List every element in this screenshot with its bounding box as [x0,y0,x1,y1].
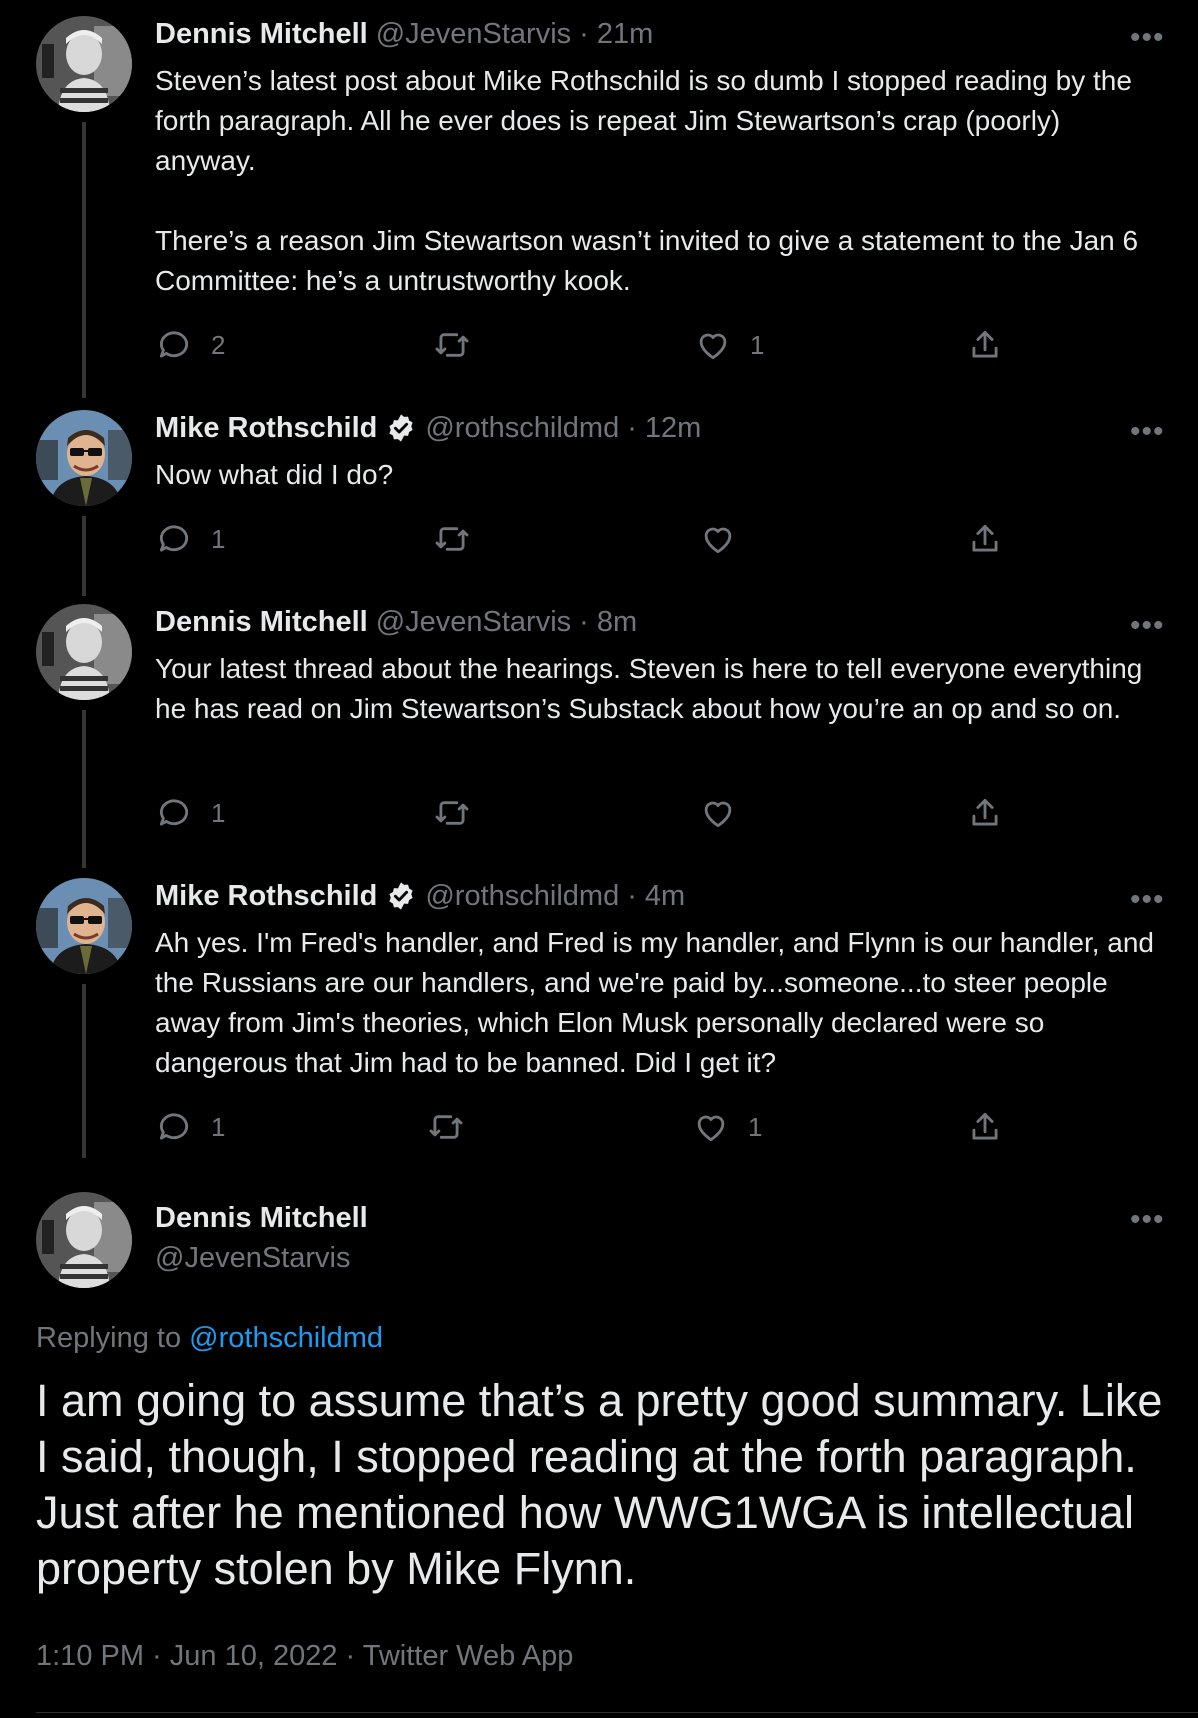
share-icon [972,1112,998,1140]
reply-icon [159,1113,189,1140]
like-button[interactable]: 1 [694,326,764,364]
share-icon [972,798,998,826]
like-button[interactable]: 1 [692,1108,762,1146]
verified-badge-icon [389,882,413,910]
author-handle[interactable]: @rothschildmd [425,878,619,914]
author-name[interactable]: Mike Rothschild [155,410,377,446]
more-icon[interactable]: ••• [1130,885,1165,915]
tweet-time[interactable]: 21m [597,16,653,52]
tweet-paragraph: Steven’s latest post about Mike Rothschi… [155,65,1132,176]
reply-icon [159,525,189,552]
reply-count: 1 [211,523,226,554]
tweet-metadata[interactable]: 1:10 PM · Jun 10, 2022 · Twitter Web App [36,1640,573,1673]
tweet-actions: 1 [155,520,1015,560]
thread-line [82,516,86,596]
author-name[interactable]: Dennis Mitchell [155,16,368,52]
reply-button[interactable]: 1 [155,794,225,832]
retweet-button[interactable] [433,794,471,832]
heart-icon [704,801,732,828]
replying-handle-link[interactable]: @rothschildmd [189,1322,383,1354]
tweet-paragraph: There’s a reason Jim Stewartson wasn’t i… [155,225,1139,296]
tweet-text: Your latest thread about the hearings. S… [155,649,1165,729]
reply-icon [159,331,189,358]
share-button[interactable] [966,520,1004,558]
author-name[interactable]: Dennis Mitchell [155,604,368,640]
replying-label: Replying to [36,1322,190,1354]
replying-to: Replying to @rothschildmd [36,1322,383,1355]
divider [36,1712,1198,1713]
separator-dot: · [627,880,637,912]
tweet-time[interactable]: 4m [645,878,685,914]
separator-dot: · [579,18,589,50]
thread-line [82,710,86,868]
retweet-icon [435,333,469,357]
retweet-icon [435,801,469,825]
reply-icon [159,799,189,826]
reply-button[interactable]: 1 [155,1108,225,1146]
author-handle[interactable]: @JevenStarvis [155,1240,350,1276]
share-button[interactable] [966,1108,1004,1146]
focused-tweet-text: I am going to assume that’s a pretty goo… [36,1375,1163,1594]
tweet-actions: 2 1 [155,326,1015,366]
heart-icon [704,527,732,554]
more-icon[interactable]: ••• [1130,611,1165,641]
verified-badge-icon [389,414,413,442]
more-icon[interactable]: ••• [1130,1205,1165,1235]
thread-line [82,122,86,398]
author-handle[interactable]: @rothschildmd [425,410,619,446]
author-name[interactable]: Mike Rothschild [155,878,377,914]
author-handle[interactable]: @JevenStarvis [376,604,571,640]
author-handle[interactable]: @JevenStarvis [376,16,571,52]
tweet-text: Ah yes. I'm Fred's handler, and Fred is … [155,923,1165,1083]
avatar[interactable] [36,410,132,506]
tweet-paragraph: Ah yes. I'm Fred's handler, and Fred is … [155,927,1155,1078]
reply-count: 1 [211,1111,226,1142]
retweet-icon [429,1115,463,1139]
retweet-button[interactable] [433,326,471,364]
share-icon [972,330,998,358]
retweet-icon [435,527,469,551]
like-count: 1 [750,329,765,360]
share-button[interactable] [966,326,1004,364]
reply-button[interactable]: 1 [155,520,225,558]
more-icon[interactable]: ••• [1130,417,1165,447]
tweet-actions: 1 [155,794,1015,834]
like-button[interactable] [699,520,737,558]
separator-dot: · [627,412,637,444]
reply-count: 1 [211,797,226,828]
avatar[interactable] [36,878,132,974]
tweet-time[interactable]: 8m [597,604,637,640]
avatar[interactable] [36,1192,132,1288]
reply-button[interactable]: 2 [155,326,225,364]
author-name[interactable]: Dennis Mitchell [155,1200,368,1236]
avatar[interactable] [36,16,132,112]
reply-count: 2 [211,329,226,360]
like-button[interactable] [699,794,737,832]
tweet-paragraph: Now what did I do? [155,459,394,490]
share-icon [972,524,998,552]
tweet-paragraph: Your latest thread about the hearings. S… [155,653,1143,724]
tweet-time[interactable]: 12m [645,410,701,446]
retweet-button[interactable] [433,520,471,558]
tweet-actions: 1 1 [155,1108,1015,1148]
like-count: 1 [748,1111,763,1142]
tweet-text: Now what did I do? [155,455,1165,495]
separator-dot: · [579,606,589,638]
more-icon[interactable]: ••• [1130,23,1165,53]
retweet-button[interactable] [427,1108,465,1146]
tweet-text: Steven’s latest post about Mike Rothschi… [155,61,1165,301]
heart-icon [699,333,727,360]
heart-icon [697,1115,725,1142]
thread-line [82,984,86,1158]
avatar[interactable] [36,604,132,700]
share-button[interactable] [966,794,1004,832]
